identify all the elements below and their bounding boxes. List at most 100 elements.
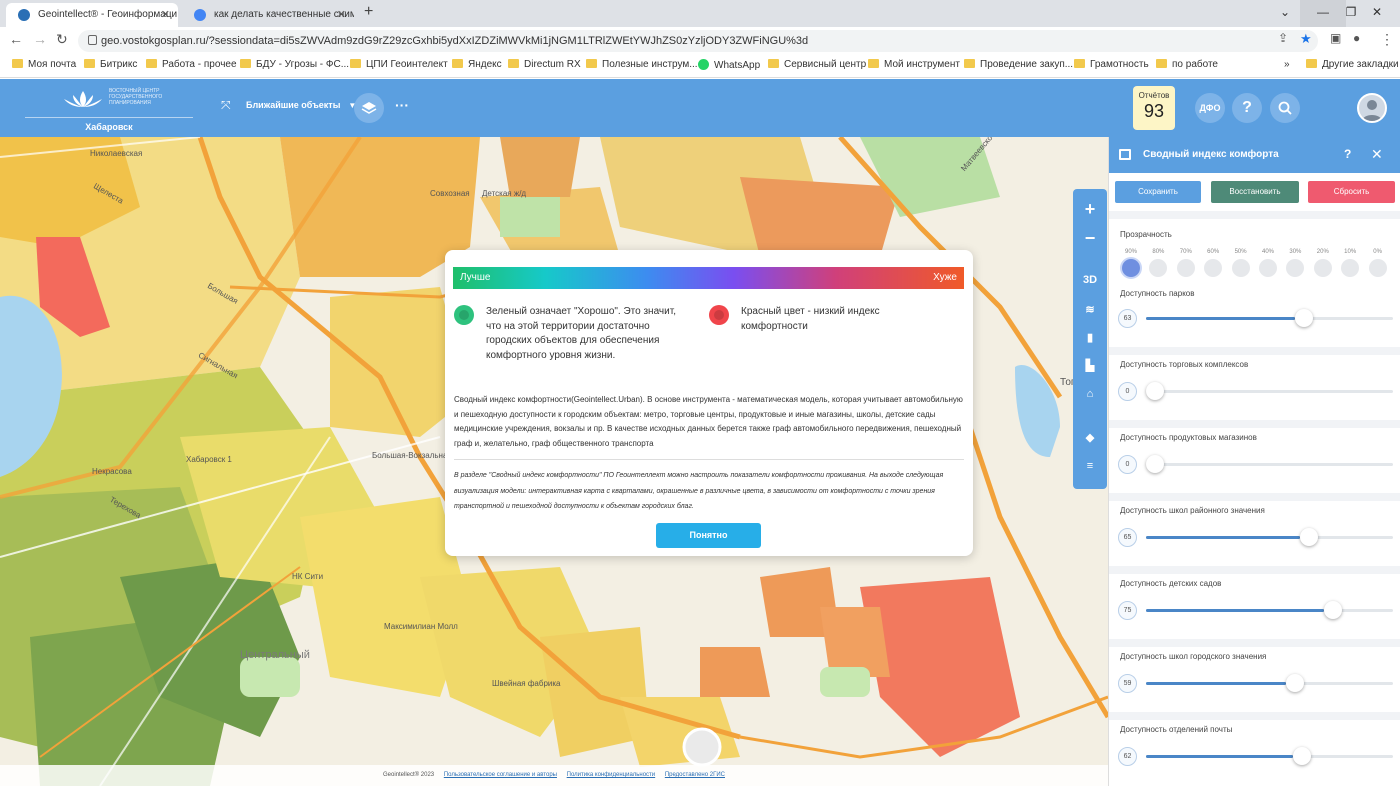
section-separator: [1109, 566, 1400, 574]
user-avatar[interactable]: [1357, 93, 1387, 123]
opacity-option[interactable]: [1313, 259, 1332, 277]
accessibility-slider[interactable]: [1146, 455, 1393, 473]
reset-button[interactable]: Сбросить: [1308, 181, 1395, 203]
close-tab-icon[interactable]: ✕: [161, 3, 170, 27]
close-window-icon[interactable]: ✕: [1354, 0, 1400, 27]
side-panel-icon[interactable]: ▣: [1330, 31, 1341, 45]
slider-handle[interactable]: [1285, 674, 1304, 692]
bookmark-star-icon[interactable]: ★: [1300, 31, 1312, 47]
comfort-gradient-scale: Лучше Хуже: [453, 267, 964, 289]
folder-icon: [240, 59, 251, 68]
nearby-objects-dropdown[interactable]: Ближайшие объекты ▼: [246, 100, 356, 110]
accessibility-slider[interactable]: [1146, 674, 1393, 692]
place-label: Совхозная: [430, 189, 470, 198]
factory-icon[interactable]: ▙: [1073, 353, 1107, 379]
bookmark-item[interactable]: Сервисный центр: [768, 59, 866, 70]
slider-value-badge: 0: [1118, 455, 1137, 474]
opacity-option[interactable]: [1259, 259, 1277, 277]
accessibility-slider[interactable]: [1146, 528, 1393, 546]
bookmark-item[interactable]: Грамотность: [1074, 59, 1149, 70]
bookmark-label: Directum RX: [524, 59, 581, 70]
ok-button[interactable]: Понятно: [656, 523, 761, 548]
bookmark-item[interactable]: Моя почта: [12, 59, 76, 70]
accessibility-slider[interactable]: [1146, 601, 1393, 619]
wind-icon[interactable]: ≋: [1073, 297, 1107, 323]
bookmark-item[interactable]: Полезные инструм...: [586, 59, 698, 70]
tab-title: как делать качественные сним: [214, 9, 354, 20]
slider-handle[interactable]: [1146, 382, 1164, 400]
slider-value-badge: 75: [1118, 601, 1137, 620]
opacity-option[interactable]: [1149, 259, 1168, 277]
save-button[interactable]: Сохранить: [1115, 181, 1201, 203]
opacity-option[interactable]: [1231, 259, 1250, 277]
slider-fill: [1146, 755, 1293, 758]
bookmark-item[interactable]: по работе: [1156, 59, 1218, 70]
other-bookmarks[interactable]: Другие закладки: [1306, 59, 1399, 70]
layers-button[interactable]: [354, 93, 384, 123]
zoom-out-button[interactable]: −: [1073, 225, 1107, 251]
eraser-icon[interactable]: ◆: [1073, 425, 1107, 451]
user-agreement-link[interactable]: Пользовательское соглашение и авторы: [444, 772, 557, 778]
accessibility-slider[interactable]: [1146, 382, 1393, 400]
lock-icon: [88, 35, 97, 45]
street-label: Николаевская: [90, 149, 143, 158]
help-button[interactable]: ?: [1232, 93, 1262, 123]
terrain-icon[interactable]: ⌂: [1073, 381, 1107, 407]
url-field[interactable]: geo.vostokgosplan.ru/?sessiondata=di5sZW…: [78, 30, 1318, 52]
slider-handle[interactable]: [1300, 528, 1319, 546]
more-dots-icon[interactable]: ···: [395, 97, 409, 113]
restore-button[interactable]: Восстановить: [1211, 181, 1299, 203]
forward-arrow-icon[interactable]: →: [33, 31, 47, 47]
opacity-option[interactable]: [1204, 259, 1223, 277]
privacy-policy-link[interactable]: Политика конфиденциальности: [567, 772, 656, 778]
bookmark-item[interactable]: Битрикс: [84, 59, 137, 70]
opacity-option[interactable]: [1176, 259, 1195, 277]
dfo-button[interactable]: ДФО: [1195, 93, 1225, 123]
panel-help-icon[interactable]: ?: [1344, 147, 1351, 161]
slider-handle[interactable]: [1292, 747, 1311, 765]
more-bookmarks-icon[interactable]: »: [1284, 59, 1290, 70]
reports-counter[interactable]: Отчётов 93: [1133, 86, 1175, 130]
close-tab-icon[interactable]: ✕: [337, 3, 346, 27]
opacity-option[interactable]: [1286, 259, 1305, 277]
layers-stack-icon[interactable]: ≡: [1073, 453, 1107, 479]
browser-tab-google[interactable]: как делать качественные сним ✕: [182, 3, 354, 27]
bookmark-item[interactable]: БДУ - Угрозы - ФС...: [240, 59, 349, 70]
slider-handle[interactable]: [1146, 455, 1164, 473]
accessibility-slider[interactable]: [1146, 747, 1393, 765]
opacity-level-label: 0%: [1373, 249, 1382, 255]
logo[interactable]: ВОСТОЧНЫЙ ЦЕНТР ГОСУДАРСТВЕННОГО ПЛАНИРО…: [25, 79, 193, 137]
bookmark-item[interactable]: Directum RX: [508, 59, 581, 70]
traffic-light-icon[interactable]: ▮: [1073, 325, 1107, 351]
bookmark-item[interactable]: Мой инструмент: [868, 59, 960, 70]
3d-toggle-button[interactable]: 3D: [1073, 267, 1107, 293]
profile-icon[interactable]: ●: [1353, 31, 1360, 45]
opacity-option[interactable]: [1122, 259, 1140, 277]
slider-handle[interactable]: [1323, 601, 1342, 619]
bookmark-item[interactable]: ЦПИ Геоинтелект: [350, 59, 448, 70]
zoom-in-button[interactable]: +: [1073, 196, 1107, 222]
menu-dots-icon[interactable]: ⋮: [1380, 31, 1394, 48]
google-favicon-icon: [194, 9, 206, 21]
slider-handle[interactable]: [1295, 309, 1314, 327]
park-access-slider[interactable]: [1146, 309, 1393, 327]
back-arrow-icon[interactable]: ←: [9, 31, 23, 47]
opacity-option[interactable]: [1368, 259, 1387, 277]
section-separator: [1109, 493, 1400, 501]
bookmark-item[interactable]: Работа - прочее: [146, 59, 237, 70]
reload-icon[interactable]: ↻: [56, 31, 68, 48]
search-button[interactable]: [1270, 93, 1300, 123]
new-tab-icon[interactable]: +: [364, 3, 373, 21]
bookmark-item[interactable]: WhatsApp: [698, 59, 760, 71]
panel-close-icon[interactable]: ✕: [1371, 146, 1383, 163]
opacity-option[interactable]: [1341, 259, 1360, 277]
slider-label: Доступность школ районного значения: [1120, 506, 1265, 515]
bookmark-item[interactable]: Яндекс: [452, 59, 502, 70]
browser-tab-geointellect[interactable]: Geointellect® - Геоинформаци ✕: [6, 3, 178, 27]
bookmark-item[interactable]: Проведение закуп...: [964, 59, 1073, 70]
provided-by-link[interactable]: Предоставлено 2ГИС: [665, 772, 725, 778]
share-icon[interactable]: ⇪: [1278, 31, 1288, 45]
home-icon: [1119, 149, 1131, 160]
place-label: Швейная фабрика: [492, 679, 561, 688]
bookmark-label: Другие закладки: [1322, 59, 1399, 70]
